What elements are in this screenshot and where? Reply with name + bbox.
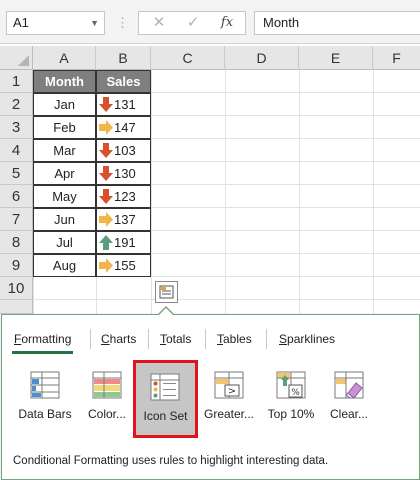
data-bars-label: Data Bars [18,407,72,421]
sales-cell[interactable]: 103 [96,139,151,162]
tab-formatting[interactable]: Formatting [11,331,74,354]
sales-value: 155 [114,258,136,273]
arrow-sideways-icon [99,212,113,227]
icon-set-label: Icon Set [143,409,188,423]
color-scale-option[interactable]: Color... [76,361,138,435]
row-header-11[interactable] [0,300,33,314]
sales-cell[interactable]: 147 [96,116,151,139]
color-scale-icon [92,371,122,399]
svg-text:%: % [291,388,300,398]
row-header-8[interactable]: 8 [0,231,33,254]
data-bars-icon [30,371,60,399]
row-header-2[interactable]: 2 [0,93,33,116]
tab-tables[interactable]: Tables [217,331,252,349]
name-box[interactable]: A1 ▼ [6,11,105,35]
tab-separator [205,329,206,349]
month-cell[interactable]: Feb [33,116,96,139]
formula-bar-grip-icon[interactable]: ⋮ [115,12,129,34]
row-header-5[interactable]: 5 [0,162,33,185]
quick-analysis-button[interactable] [155,281,178,303]
arrow-up-icon [99,235,113,250]
color-scale-label: Color... [87,407,126,421]
tab-totals[interactable]: Totals [160,331,191,349]
cancel-icon[interactable]: ✕ [147,12,171,34]
row-header-9[interactable]: 9 [0,254,33,277]
sales-value: 147 [114,120,136,135]
tab-separator [90,329,91,349]
sales-value: 191 [114,235,136,250]
arrow-down-icon [99,143,113,158]
sales-value: 123 [114,189,136,204]
column-header-e[interactable]: E [299,46,373,70]
sales-cell[interactable]: 191 [96,231,151,254]
column-header-c[interactable]: C [151,46,225,70]
quick-analysis-icon [159,285,174,299]
tab-separator [266,329,267,349]
month-cell[interactable]: May [33,185,96,208]
row-header-3[interactable]: 3 [0,116,33,139]
sales-cell[interactable]: 123 [96,185,151,208]
sales-value: 131 [114,97,136,112]
row-header-6[interactable]: 6 [0,185,33,208]
clear-format-option[interactable]: Clear... [318,361,380,435]
quick-analysis-panel: Formatting Charts Totals Tables Sparklin… [1,306,420,480]
arrow-sideways-icon [99,258,113,273]
name-box-dropdown-icon[interactable]: ▼ [90,12,99,34]
column-header-d[interactable]: D [225,46,299,70]
top-10-percent-option[interactable]: % Top 10% [260,361,322,435]
column-header-f[interactable]: F [373,46,420,70]
greater-than-option[interactable]: > Greater... [198,361,260,435]
tab-separator [148,329,149,349]
sales-cell[interactable]: 131 [96,93,151,116]
row-header-10[interactable]: 10 [0,277,33,300]
sales-cell[interactable]: 137 [96,208,151,231]
column-header-b[interactable]: B [96,46,151,70]
top-10-percent-icon: % [276,371,306,399]
enter-icon[interactable]: ✓ [181,12,205,34]
formula-input[interactable]: Month [254,11,420,35]
table-header-month[interactable]: Month [33,70,96,93]
svg-text:>: > [228,386,236,397]
month-cell[interactable]: Jul [33,231,96,254]
arrow-down-icon [99,189,113,204]
sales-value: 130 [114,166,136,181]
arrow-down-icon [99,97,113,112]
row-header-4[interactable]: 4 [0,139,33,162]
month-cell[interactable]: Jun [33,208,96,231]
clear-format-label: Clear... [329,407,368,421]
icon-set-icon [150,373,180,401]
icon-set-option[interactable]: Icon Set [133,360,198,438]
sales-value: 137 [114,212,136,227]
row-header-1[interactable]: 1 [0,70,33,93]
insert-function-icon[interactable]: fx [215,12,239,34]
tab-charts[interactable]: Charts [101,331,136,349]
name-box-value: A1 [13,15,29,30]
greater-than-icon: > [214,371,244,399]
greater-than-label: Greater... [203,407,255,421]
clear-format-icon [334,371,364,399]
row-header-7[interactable]: 7 [0,208,33,231]
select-all-button[interactable] [0,46,33,70]
tab-sparklines[interactable]: Sparklines [279,331,335,349]
column-header-a[interactable]: A [33,46,96,70]
sales-cell[interactable]: 155 [96,254,151,277]
month-cell[interactable]: Apr [33,162,96,185]
arrow-sideways-icon [99,120,113,135]
top-10-percent-label: Top 10% [267,407,315,421]
table-header-sales[interactable]: Sales [96,70,151,93]
month-cell[interactable]: Jan [33,93,96,116]
sales-cell[interactable]: 130 [96,162,151,185]
formula-bar: A1 ▼ ⋮ ✕ ✓ fx Month [0,0,420,44]
month-cell[interactable]: Aug [33,254,96,277]
panel-description: Conditional Formatting uses rules to hig… [13,455,329,467]
formula-buttons: ✕ ✓ fx [138,11,246,35]
sales-value: 103 [114,143,136,158]
arrow-down-icon [99,166,113,181]
month-cell[interactable]: Mar [33,139,96,162]
data-bars-option[interactable]: Data Bars [14,361,76,435]
